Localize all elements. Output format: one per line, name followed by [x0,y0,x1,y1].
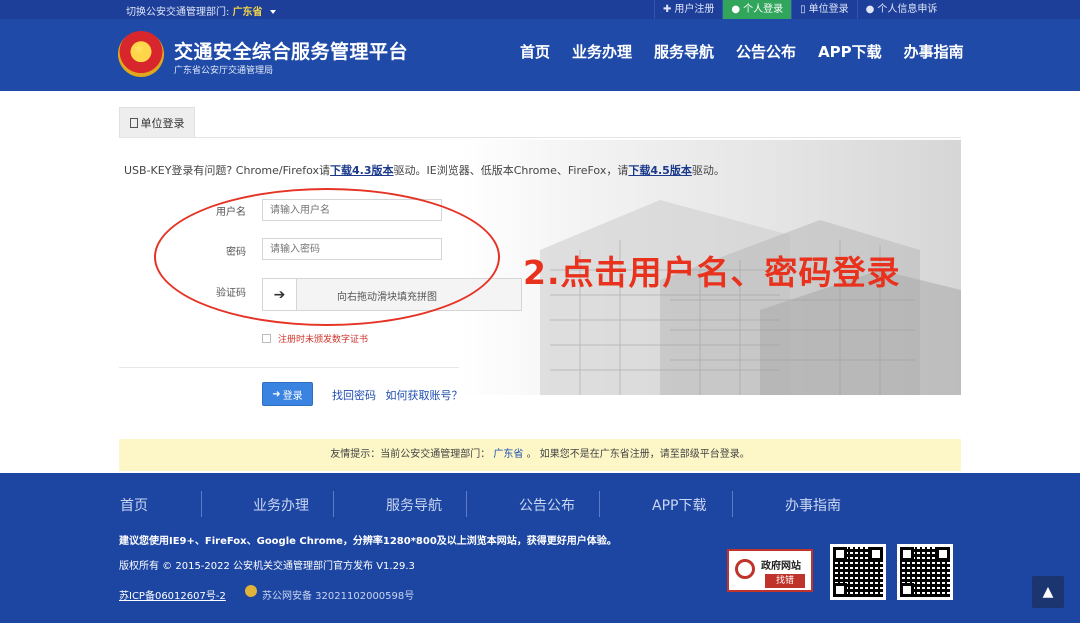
site-subtitle: 广东省公安厅交通管理局 [174,66,274,76]
arrow-up-icon: ▲ [1042,584,1054,600]
police-emblem-logo: ★ [118,31,164,77]
nav-service-guide[interactable]: 服务导航 [654,41,714,62]
gov-website-error-badge[interactable]: 政府网站 找错 [727,549,813,592]
tab-unit-login-label: 单位登录 [140,117,185,130]
form-divider [119,367,459,368]
personal-login-link[interactable]: ● 个人登录 [722,0,792,19]
usbkey-notice: USB-KEY登录有问题? Chrome/Firefox请下载4.3版本驱动。I… [124,162,725,178]
back-to-top-button[interactable]: ▲ [1032,576,1064,608]
no-certificate-checkbox[interactable] [262,334,271,343]
top-strip: 切换公安交通管理部门: 广东省 ✚ 用户注册 ● 个人登录 ▯ 单位登录 ● 个… [0,0,1080,19]
annotation-red-oval [154,188,500,326]
department-switch-value: 广东省 [232,7,263,18]
notice-text-2: 驱动。IE浏览器、低版本Chrome、FireFox，请 [393,164,629,177]
police-badge-icon [245,585,257,597]
nav-announcements[interactable]: 公告公布 [736,41,796,62]
account-links: 找回密码 如何获取账号？ [332,387,469,403]
qr-corner [833,583,847,597]
nav-app-download[interactable]: APP下载 [818,41,882,62]
main-nav: 首页 业务办理 服务导航 公告公布 APP下载 办事指南 [520,41,986,62]
footer-nav: 首页 业务办理 服务导航 公告公布 APP下载 办事指南 [120,495,918,515]
browser-recommendation: 建议您使用IE9+、FireFox、Google Chrome，分辨率1280*… [119,536,617,547]
icp-link[interactable]: 苏ICP备06012607号-2 [119,587,226,602]
login-button-label: 登录 [282,390,303,402]
qr-code-app [830,544,886,600]
police-record[interactable]: 苏公网安备 32021102000598号 [262,587,414,602]
gov-badge-title: 政府网站 [761,561,801,572]
qr-corner [936,547,950,561]
personal-appeal-link[interactable]: ● 个人信息申诉 [856,0,946,19]
top-links: ✚ 用户注册 ● 个人登录 ▯ 单位登录 ● 个人信息申诉 [654,0,945,19]
tip-province: 广东省 [493,449,524,460]
footer-nav-service-guide[interactable]: 服务导航 [386,495,519,515]
footer-nav-divider [466,491,467,517]
notice-text-1: USB-KEY登录有问题? Chrome/Firefox请 [124,164,331,177]
no-certificate-label: 注册时未颁发数字证书 [278,335,369,345]
nav-business[interactable]: 业务办理 [572,41,632,62]
user-register-link[interactable]: ✚ 用户注册 [654,0,722,19]
footer-nav-app-download[interactable]: APP下载 [652,495,785,515]
tab-unit-login[interactable]: 单位登录 [119,107,195,138]
site-header: ★ 交通安全综合服务管理平台 广东省公安厅交通管理局 首页 业务办理 服务导航 … [0,19,1080,91]
footer-nav-divider [333,491,334,517]
tip-suffix: 。 如果您不是在广东省注册，请至部级平台登录。 [526,449,750,460]
footer-nav-home[interactable]: 首页 [120,495,253,515]
download-43-link[interactable]: 下载4.3版本 [330,164,394,177]
qr-corner [900,547,914,561]
notice-text-3: 驱动。 [691,164,725,177]
annotation-text: 2.点击用户名、密码登录 [523,253,901,292]
tab-underline [119,137,961,138]
department-switcher[interactable]: 切换公安交通管理部门: 广东省 [126,3,276,18]
qr-corner [833,547,847,561]
qr-corner [900,583,914,597]
login-button[interactable]: ➜ 登录 [262,382,313,406]
nav-home[interactable]: 首页 [520,41,550,62]
download-45-link[interactable]: 下载4.5版本 [628,164,692,177]
get-account-link[interactable]: 如何获取账号？ [386,389,463,402]
nav-guide[interactable]: 办事指南 [904,41,964,62]
gov-badge-action: 找错 [765,574,805,588]
footer-nav-divider [599,491,600,517]
find-password-link[interactable]: 找回密码 [332,389,376,402]
unit-login-label: 单位登录 [808,4,849,15]
star-icon: ★ [133,42,145,57]
personal-appeal-label: 个人信息申诉 [877,4,938,15]
friendly-tip-bar: 友情提示：当前公安交通管理部门： 广东省 。 如果您不是在广东省注册，请至部级平… [119,439,961,471]
user-icon: ● [731,4,741,15]
footer-nav-announcements[interactable]: 公告公布 [519,495,652,515]
caret-down-icon [269,10,276,14]
site-footer: 首页 业务办理 服务导航 公告公布 APP下载 办事指南 建议您使用IE9+、F… [0,473,1080,623]
tip-prefix: 友情提示：当前公安交通管理部门： [330,449,491,460]
footer-nav-guide[interactable]: 办事指南 [785,495,918,515]
footer-nav-business[interactable]: 业务办理 [253,495,386,515]
document-icon [129,118,138,128]
footer-nav-divider [732,491,733,517]
user-register-label: 用户注册 [674,4,715,15]
person-icon: ● [865,4,875,15]
unit-login-link[interactable]: ▯ 单位登录 [791,0,857,19]
login-icon: ➜ [272,388,281,400]
plus-icon: ✚ [663,4,672,15]
doc-icon: ▯ [800,4,806,15]
footer-nav-divider [201,491,202,517]
department-switch-label: 切换公安交通管理部门: [126,7,230,18]
qr-code-wechat [897,544,953,600]
magnifier-icon [735,559,755,579]
copyright: 版权所有 © 2015-2022 公安机关交通管理部门官方发布 V1.29.3 [119,561,415,572]
site-title: 交通安全综合服务管理平台 [174,41,409,63]
personal-login-label: 个人登录 [743,4,784,15]
qr-corner [869,547,883,561]
